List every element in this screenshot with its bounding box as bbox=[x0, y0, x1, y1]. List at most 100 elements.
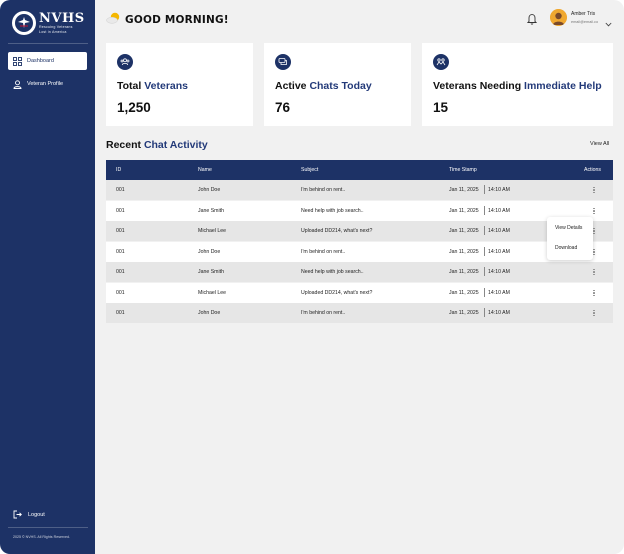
card-title: Active Chats Today bbox=[275, 80, 372, 92]
sidebar-item-dashboard[interactable]: Dashboard bbox=[8, 52, 87, 70]
cell-name: John Doe bbox=[198, 187, 221, 193]
table-row[interactable]: 001 John Doe I'm behind on rent.. Jan 11… bbox=[106, 242, 613, 262]
logout-button[interactable]: Logout bbox=[13, 510, 45, 519]
sidebar-item-label: Dashboard bbox=[27, 58, 54, 64]
logout-icon bbox=[13, 510, 22, 519]
table-row[interactable]: 001 John Doe I'm behind on rent.. Jan 11… bbox=[106, 180, 613, 200]
sidebar-item-veteran-profile[interactable]: Veteran Profile bbox=[8, 75, 87, 93]
logo-tagline-2: Lost in America bbox=[39, 29, 67, 34]
view-all-link[interactable]: View All bbox=[590, 141, 609, 147]
cell-date: Jan 11, 2025 bbox=[449, 290, 479, 296]
user-icon bbox=[13, 79, 22, 89]
column-header-actions: Actions bbox=[584, 167, 602, 173]
table-row[interactable]: 001 John Doe I'm behind on rent.. Jan 11… bbox=[106, 303, 613, 323]
cell-time: 14:10 AM bbox=[488, 310, 510, 316]
avatar[interactable] bbox=[550, 9, 567, 26]
cell-id: 001 bbox=[116, 290, 125, 296]
cell-date: Jan 11, 2025 bbox=[449, 187, 479, 193]
cell-subject: I'm behind on rent.. bbox=[301, 310, 346, 316]
app-window: NVHS Rescuing Veterans Lost in America D… bbox=[0, 0, 624, 554]
sidebar: NVHS Rescuing Veterans Lost in America D… bbox=[0, 0, 95, 554]
eagle-seal-icon bbox=[12, 11, 36, 35]
more-vertical-icon[interactable] bbox=[591, 180, 597, 200]
cell-date: Jan 11, 2025 bbox=[449, 208, 479, 214]
more-vertical-icon[interactable] bbox=[591, 283, 597, 303]
column-header-id: ID bbox=[116, 167, 122, 173]
cell-time: 14:10 AM bbox=[488, 269, 510, 275]
section-title: Recent Chat Activity bbox=[106, 139, 208, 151]
timestamp-divider bbox=[484, 247, 485, 256]
greeting: GOOD MORNING! bbox=[106, 11, 229, 29]
timestamp-divider bbox=[484, 308, 485, 317]
cell-id: 001 bbox=[116, 208, 125, 214]
cell-id: 001 bbox=[116, 228, 125, 234]
timestamp-divider bbox=[484, 185, 485, 194]
cell-name: John Doe bbox=[198, 249, 221, 255]
chevron-down-icon[interactable] bbox=[605, 14, 612, 27]
logout-label: Logout bbox=[28, 511, 45, 518]
stat-card-active-chats[interactable]: Active Chats Today 76 bbox=[264, 43, 411, 126]
veterans-group-icon bbox=[117, 54, 133, 70]
cell-date: Jan 11, 2025 bbox=[449, 228, 479, 234]
cell-id: 001 bbox=[116, 310, 125, 316]
greeting-text: GOOD MORNING! bbox=[125, 14, 229, 26]
cell-date: Jan 11, 2025 bbox=[449, 310, 479, 316]
column-header-timestamp: Time Stamp bbox=[449, 167, 477, 173]
sidebar-divider bbox=[8, 43, 88, 44]
user-email: email@email.co bbox=[571, 20, 599, 24]
chat-bubbles-icon bbox=[275, 54, 291, 70]
column-header-subject: Subject bbox=[301, 167, 319, 173]
card-title: Veterans Needing Immediate Help bbox=[433, 80, 602, 92]
stat-card-total-veterans[interactable]: Total Veterans 1,250 bbox=[106, 43, 253, 126]
table-row[interactable]: 001 Jane Smith Need help with job search… bbox=[106, 201, 613, 221]
cell-name: Michael Lee bbox=[198, 290, 226, 296]
timestamp-divider bbox=[484, 288, 485, 297]
more-vertical-icon[interactable] bbox=[591, 262, 597, 282]
timestamp-divider bbox=[484, 226, 485, 235]
timestamp-divider bbox=[484, 267, 485, 276]
card-title: Total Veterans bbox=[117, 80, 189, 92]
user-name[interactable]: Amber Tris bbox=[571, 11, 595, 17]
table-row[interactable]: 001 Jane Smith Need help with job search… bbox=[106, 262, 613, 282]
sidebar-item-label: Veteran Profile bbox=[27, 81, 64, 87]
bell-icon[interactable] bbox=[526, 12, 538, 25]
cell-time: 14:10 AM bbox=[488, 290, 510, 296]
cell-time: 14:10 AM bbox=[488, 187, 510, 193]
more-vertical-icon[interactable] bbox=[591, 303, 597, 323]
cell-subject: I'm behind on rent.. bbox=[301, 249, 346, 255]
grid-icon bbox=[13, 56, 22, 66]
table-header: ID Name Subject Time Stamp Actions bbox=[106, 160, 613, 180]
cell-name: Jane Smith bbox=[198, 269, 224, 275]
logo-name: NVHS bbox=[39, 11, 85, 27]
cell-date: Jan 11, 2025 bbox=[449, 249, 479, 255]
menu-item-view-details[interactable]: View Details bbox=[555, 225, 582, 231]
cell-subject: Need help with job search.. bbox=[301, 208, 364, 214]
cell-subject: Need help with job search.. bbox=[301, 269, 364, 275]
column-header-name: Name bbox=[198, 167, 212, 173]
cell-time: 14:10 AM bbox=[488, 208, 510, 214]
sun-cloud-icon bbox=[106, 11, 122, 29]
cell-subject: I'm behind on rent.. bbox=[301, 187, 346, 193]
sidebar-footer-divider bbox=[8, 527, 88, 528]
cell-time: 14:10 AM bbox=[488, 228, 510, 234]
cell-name: John Doe bbox=[198, 310, 221, 316]
stat-card-immediate-help[interactable]: Veterans Needing Immediate Help 15 bbox=[422, 43, 613, 126]
cell-id: 001 bbox=[116, 269, 125, 275]
cell-name: Michael Lee bbox=[198, 228, 226, 234]
cell-subject: Uploaded DD214, what's next? bbox=[301, 228, 373, 234]
card-value: 15 bbox=[433, 100, 449, 115]
help-people-icon bbox=[433, 54, 449, 70]
nvhs-logo[interactable]: NVHS Rescuing Veterans Lost in America bbox=[12, 9, 86, 37]
table-row[interactable]: 001 Michael Lee Uploaded DD214, what's n… bbox=[106, 283, 613, 303]
cell-id: 001 bbox=[116, 187, 125, 193]
card-value: 76 bbox=[275, 100, 291, 115]
timestamp-divider bbox=[484, 206, 485, 215]
row-actions-menu: View Details Download bbox=[547, 217, 593, 260]
menu-item-download[interactable]: Download bbox=[555, 245, 577, 251]
cell-name: Jane Smith bbox=[198, 208, 224, 214]
cell-id: 001 bbox=[116, 249, 125, 255]
cell-time: 14:10 AM bbox=[488, 249, 510, 255]
card-value: 1,250 bbox=[117, 100, 151, 115]
copyright-text: 2025 © NVHS. All Rights Reserved. bbox=[13, 535, 70, 539]
table-row[interactable]: 001 Michael Lee Uploaded DD214, what's n… bbox=[106, 221, 613, 241]
